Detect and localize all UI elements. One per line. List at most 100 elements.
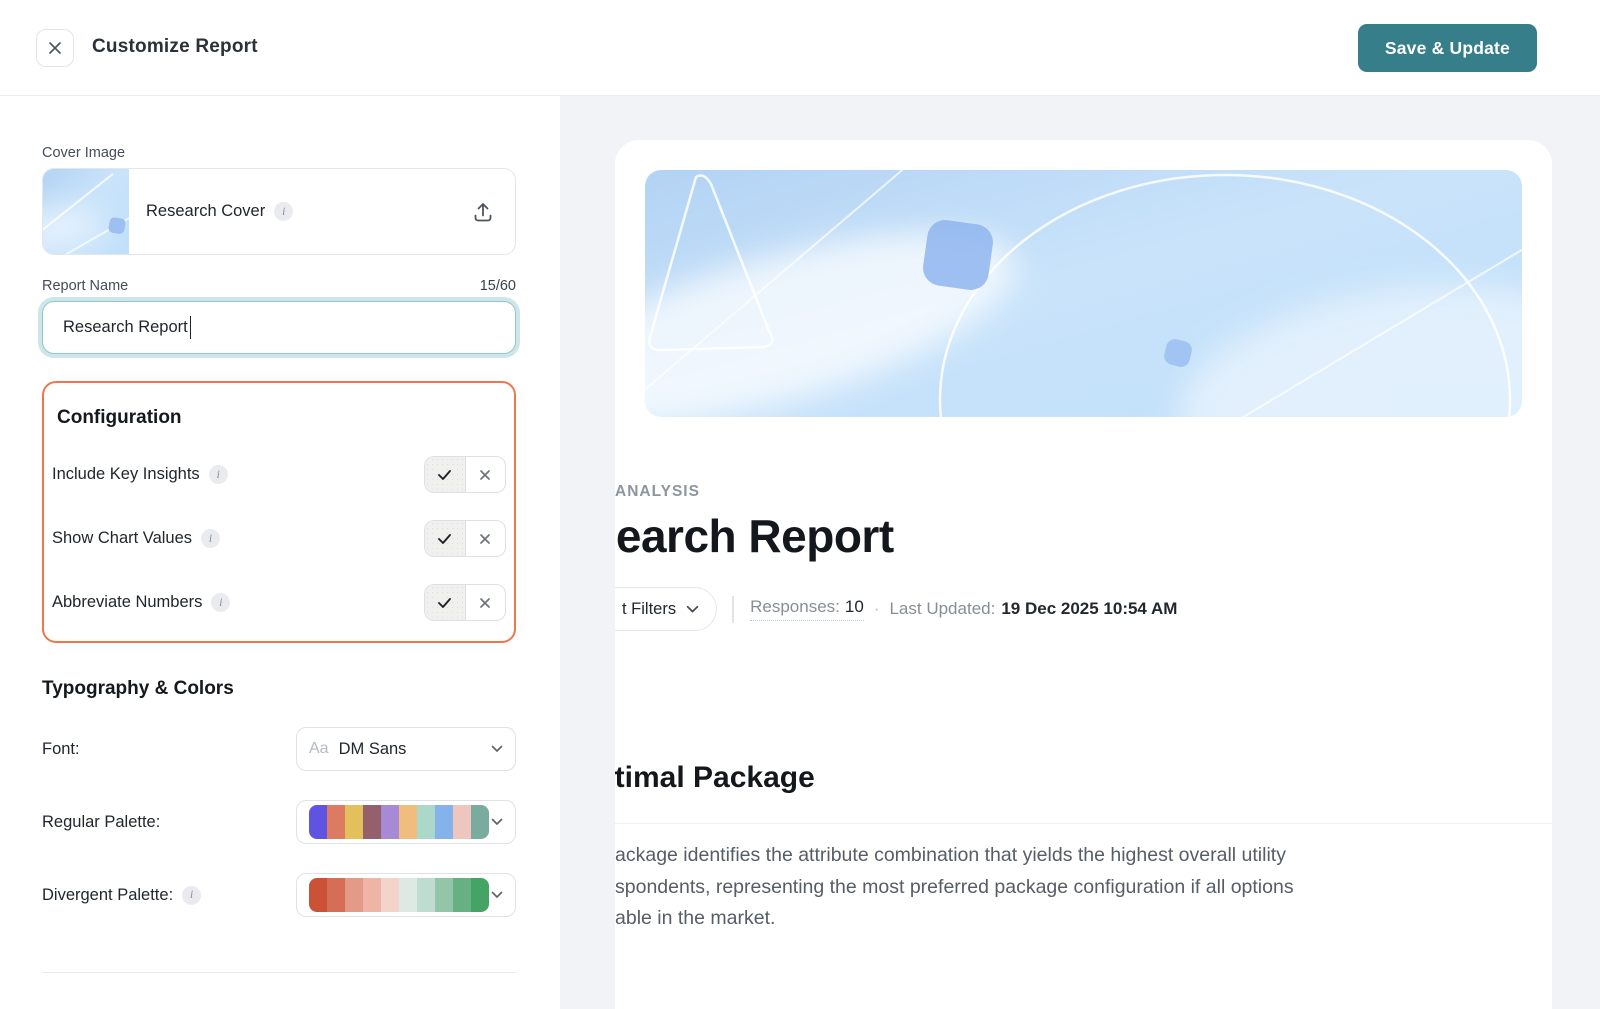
divergent-palette-label: Divergent Palette: i (42, 886, 201, 905)
toggle-check-segment[interactable] (425, 585, 466, 620)
section-divider (615, 823, 1552, 824)
check-icon (437, 469, 452, 481)
responses-stat[interactable]: Responses: 10 (750, 597, 864, 621)
config-row-abbreviate-numbers: Abbreviate Numbers i (52, 584, 506, 621)
upload-cover-button[interactable] (471, 200, 495, 224)
char-counter: 15/60 (480, 278, 516, 294)
responses-label: Responses: (750, 597, 840, 617)
palette-swatch (309, 878, 327, 912)
page-title: Customize Report (92, 36, 258, 58)
regular-palette-row: Regular Palette: (42, 800, 516, 844)
chevron-down-icon (491, 891, 503, 899)
palette-swatch (471, 878, 489, 912)
regular-palette-label: Regular Palette: (42, 813, 160, 832)
close-button[interactable] (36, 29, 74, 67)
font-value: DM Sans (339, 740, 407, 759)
customize-sidebar: Cover Image Research Cover i Report Name… (0, 96, 560, 1009)
body-line: ackage identifies the attribute combinat… (615, 840, 1522, 872)
filters-button[interactable]: t Filters (615, 587, 717, 631)
cover-thumbnail (43, 169, 129, 254)
config-option-label: Abbreviate Numbers i (52, 593, 230, 612)
top-bar: Customize Report Save & Update (0, 0, 1600, 96)
toggle-x-segment[interactable] (466, 457, 506, 492)
info-icon[interactable]: i (209, 465, 228, 484)
chevron-down-icon (491, 745, 503, 753)
toggle-x-segment[interactable] (466, 521, 506, 556)
cover-image-label: Cover Image (42, 145, 516, 161)
regular-palette-select[interactable] (296, 800, 516, 844)
include-key-insights-toggle[interactable] (424, 456, 506, 493)
divergent-palette-swatches (309, 878, 489, 912)
x-icon (479, 469, 491, 481)
cover-image-name: Research Cover (146, 202, 265, 221)
font-preview-glyph: Aa (309, 740, 329, 758)
palette-swatch (453, 805, 471, 839)
palette-swatch (417, 805, 435, 839)
palette-swatch (381, 805, 399, 839)
report-name-label: Report Name (42, 278, 128, 294)
info-icon[interactable]: i (211, 593, 230, 612)
palette-swatch (327, 805, 345, 839)
palette-swatch (435, 805, 453, 839)
configuration-section: Configuration Include Key Insights i Sho… (42, 381, 516, 643)
divergent-palette-select[interactable] (296, 873, 516, 917)
font-row: Font: Aa DM Sans (42, 727, 516, 771)
toggle-x-segment[interactable] (466, 585, 506, 620)
palette-swatch (363, 805, 381, 839)
palette-swatch (381, 878, 399, 912)
dot-separator: · (874, 599, 880, 619)
palette-swatch (417, 878, 435, 912)
config-option-label: Include Key Insights i (52, 465, 228, 484)
analysis-tag: ANALYSIS (615, 483, 1522, 501)
font-select[interactable]: Aa DM Sans (296, 727, 516, 771)
palette-swatch (327, 878, 345, 912)
report-name-input[interactable]: Research Report (42, 301, 516, 354)
palette-swatch (471, 805, 489, 839)
cover-image-card[interactable]: Research Cover i (42, 168, 516, 255)
text-caret (190, 316, 192, 339)
toggle-check-segment[interactable] (425, 521, 466, 556)
abbreviate-numbers-toggle[interactable] (424, 584, 506, 621)
section-body: ackage identifies the attribute combinat… (615, 840, 1522, 935)
save-update-button[interactable]: Save & Update (1358, 24, 1537, 72)
config-row-include-key-insights: Include Key Insights i (52, 456, 506, 493)
palette-swatch (363, 878, 381, 912)
report-preview-pane: ANALYSIS Research Report t Filters Respo… (560, 96, 1600, 1009)
palette-swatch (399, 805, 417, 839)
divergent-palette-row: Divergent Palette: i (42, 873, 516, 917)
palette-swatch (345, 805, 363, 839)
info-icon[interactable]: i (182, 886, 201, 905)
info-icon[interactable]: i (201, 529, 220, 548)
report-cover-image (645, 170, 1522, 417)
regular-palette-swatches (309, 805, 489, 839)
check-icon (437, 533, 452, 545)
report-name-value: Research Report (63, 318, 188, 337)
chevron-down-icon (686, 605, 699, 614)
config-row-show-chart-values: Show Chart Values i (52, 520, 506, 557)
font-label: Font: (42, 740, 80, 759)
body-line: spondents, representing the most preferr… (615, 872, 1522, 904)
cover-info-icon[interactable]: i (274, 202, 293, 221)
show-chart-values-toggle[interactable] (424, 520, 506, 557)
sidebar-divider (42, 972, 516, 973)
last-updated-label: Last Updated: (889, 599, 995, 619)
chevron-down-icon (491, 818, 503, 826)
typography-colors-title: Typography & Colors (42, 678, 516, 700)
responses-value: 10 (845, 597, 864, 617)
palette-swatch (453, 878, 471, 912)
palette-swatch (399, 878, 417, 912)
meta-divider (732, 596, 734, 623)
close-icon (48, 41, 62, 55)
report-meta-row: t Filters Responses: 10 · Last Updated: … (615, 587, 1522, 631)
report-title: Research Report (615, 509, 1522, 563)
toggle-check-segment[interactable] (425, 457, 466, 492)
palette-swatch (309, 805, 327, 839)
palette-swatch (345, 878, 363, 912)
last-updated-value: 19 Dec 2025 10:54 AM (1001, 599, 1177, 619)
x-icon (479, 597, 491, 609)
palette-swatch (435, 878, 453, 912)
upload-icon (471, 200, 495, 224)
report-page: ANALYSIS Research Report t Filters Respo… (615, 140, 1552, 1009)
configuration-title: Configuration (52, 407, 506, 429)
check-icon (437, 597, 452, 609)
